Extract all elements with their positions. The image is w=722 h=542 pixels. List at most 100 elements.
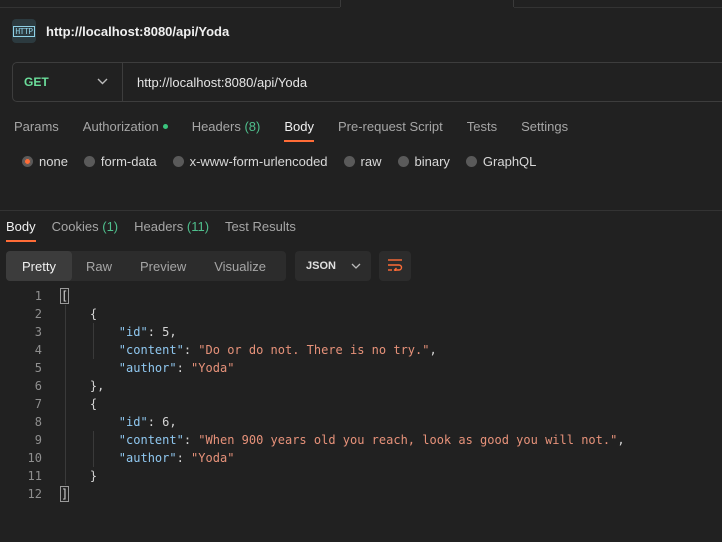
code-line: 10 "author": "Yoda"	[0, 449, 722, 467]
line-number: 6	[34, 379, 42, 393]
request-title[interactable]: http://localhost:8080/api/Yoda	[46, 24, 229, 39]
radio-label: GraphQL	[482, 154, 537, 169]
http-file-icon: HTTP	[12, 19, 36, 43]
radio-icon	[397, 156, 409, 167]
tab-label: Body	[284, 119, 314, 134]
json-value: Yoda	[198, 451, 228, 465]
tab-label: Headers	[134, 219, 184, 234]
radio-icon	[465, 156, 477, 167]
code-line: 8 "id": 6,	[0, 413, 722, 431]
line-number: 3	[34, 325, 42, 339]
line-number: 8	[34, 415, 42, 429]
method-select[interactable]: GET	[13, 63, 123, 101]
json-value: 6	[162, 415, 170, 429]
tab-label: Pre-request Script	[337, 119, 443, 134]
http-icon-label: HTTP	[13, 25, 35, 37]
line-number: 5	[34, 361, 42, 375]
line-number: 11	[27, 469, 42, 483]
radio-graphql[interactable]: GraphQL	[465, 154, 537, 169]
tab-count: (1)	[102, 219, 119, 234]
code-line: 2 {	[0, 305, 722, 323]
chevron-down-icon	[97, 76, 108, 88]
response-view-bar: Pretty Raw Preview Visualize JSON	[6, 251, 411, 281]
tab-label: Cookies	[51, 219, 99, 234]
tab-headers[interactable]: Headers (8)	[192, 119, 261, 142]
wrap-lines-icon	[387, 258, 403, 274]
radio-label: raw	[360, 154, 382, 169]
wrap-lines-button[interactable]	[379, 251, 411, 281]
view-preview[interactable]: Preview	[126, 251, 200, 281]
code-line: 1[	[0, 287, 722, 305]
top-tab-strip	[0, 0, 722, 8]
url-input[interactable]	[137, 74, 697, 90]
line-number: 4	[34, 343, 42, 357]
tab-label: Tests	[466, 119, 498, 134]
tab-count: (11)	[186, 219, 210, 234]
tab-response-body[interactable]: Body	[6, 219, 36, 242]
radio-label: form-data	[100, 154, 157, 169]
tab-cookies[interactable]: Cookies (1)	[52, 219, 118, 242]
radio-raw[interactable]: raw	[343, 154, 382, 169]
response-code-view: 1[ 2 { 3 "id": 5, 4 "content": "Do or do…	[0, 287, 722, 503]
line-number: 1	[34, 289, 42, 303]
code-line: 9 "content": "When 900 years old you rea…	[0, 431, 722, 449]
radio-binary[interactable]: binary	[397, 154, 450, 169]
tab-label: Test Results	[225, 219, 296, 234]
json-value: Do or do not. There is no try.	[205, 343, 423, 357]
format-label: JSON	[306, 260, 336, 272]
format-select[interactable]: JSON	[295, 251, 371, 281]
code-line: 11 }	[0, 467, 722, 485]
line-number: 10	[27, 451, 42, 465]
code-line: 3 "id": 5,	[0, 323, 722, 341]
method-label: GET	[24, 75, 49, 89]
radio-label: none	[39, 154, 68, 169]
body-type-radios: none form-data x-www-form-urlencoded raw…	[22, 154, 552, 169]
view-pretty[interactable]: Pretty	[6, 251, 72, 281]
radio-x-www-form-urlencoded[interactable]: x-www-form-urlencoded	[172, 154, 328, 169]
tab-tests[interactable]: Tests	[467, 119, 497, 142]
section-divider	[0, 210, 722, 211]
code-line: 7 {	[0, 395, 722, 413]
tab-count: (8)	[244, 119, 261, 134]
tab-authorization[interactable]: Authorization	[83, 119, 168, 142]
json-value: 5	[162, 325, 170, 339]
radio-icon	[343, 156, 355, 167]
code-line: 6 },	[0, 377, 722, 395]
tab-label: Authorization	[82, 119, 159, 134]
url-bar: GET	[12, 62, 722, 102]
line-number: 7	[34, 397, 42, 411]
tab-label: Body	[6, 219, 36, 234]
chevron-down-icon	[351, 260, 361, 272]
tab-params[interactable]: Params	[14, 119, 59, 142]
view-visualize[interactable]: Visualize	[200, 251, 280, 281]
status-dot-icon	[162, 124, 168, 130]
json-value: When 900 years old you reach, look as go…	[205, 433, 611, 447]
request-tabs: Params Authorization Headers (8) Body Pr…	[14, 119, 592, 142]
radio-icon	[83, 156, 95, 167]
tab-label: Headers	[191, 119, 241, 134]
tab-settings[interactable]: Settings	[521, 119, 568, 142]
radio-none[interactable]: none	[22, 154, 68, 169]
code-line: 12]	[0, 485, 722, 503]
tab-label: Settings	[521, 119, 569, 134]
radio-form-data[interactable]: form-data	[83, 154, 157, 169]
code-line: 4 "content": "Do or do not. There is no …	[0, 341, 722, 359]
request-header: HTTP http://localhost:8080/api/Yoda	[12, 17, 229, 45]
line-number: 2	[34, 307, 42, 321]
line-number: 12	[27, 487, 42, 501]
tab-body[interactable]: Body	[284, 119, 314, 142]
tab-strip-separator	[340, 0, 341, 7]
tab-pre-request-script[interactable]: Pre-request Script	[338, 119, 443, 142]
tab-response-headers[interactable]: Headers (11)	[134, 219, 209, 242]
radio-label: binary	[414, 154, 450, 169]
tab-label: Params	[14, 119, 59, 134]
tab-test-results[interactable]: Test Results	[225, 219, 296, 242]
tab-strip-segment	[0, 0, 340, 8]
line-number: 9	[34, 433, 42, 447]
view-raw[interactable]: Raw	[72, 251, 126, 281]
view-mode-selector: Pretty Raw Preview Visualize	[6, 251, 286, 281]
radio-icon	[172, 156, 184, 167]
radio-label: x-www-form-urlencoded	[189, 154, 328, 169]
response-tabs: Body Cookies (1) Headers (11) Test Resul…	[6, 219, 320, 242]
json-value: Yoda	[198, 361, 228, 375]
